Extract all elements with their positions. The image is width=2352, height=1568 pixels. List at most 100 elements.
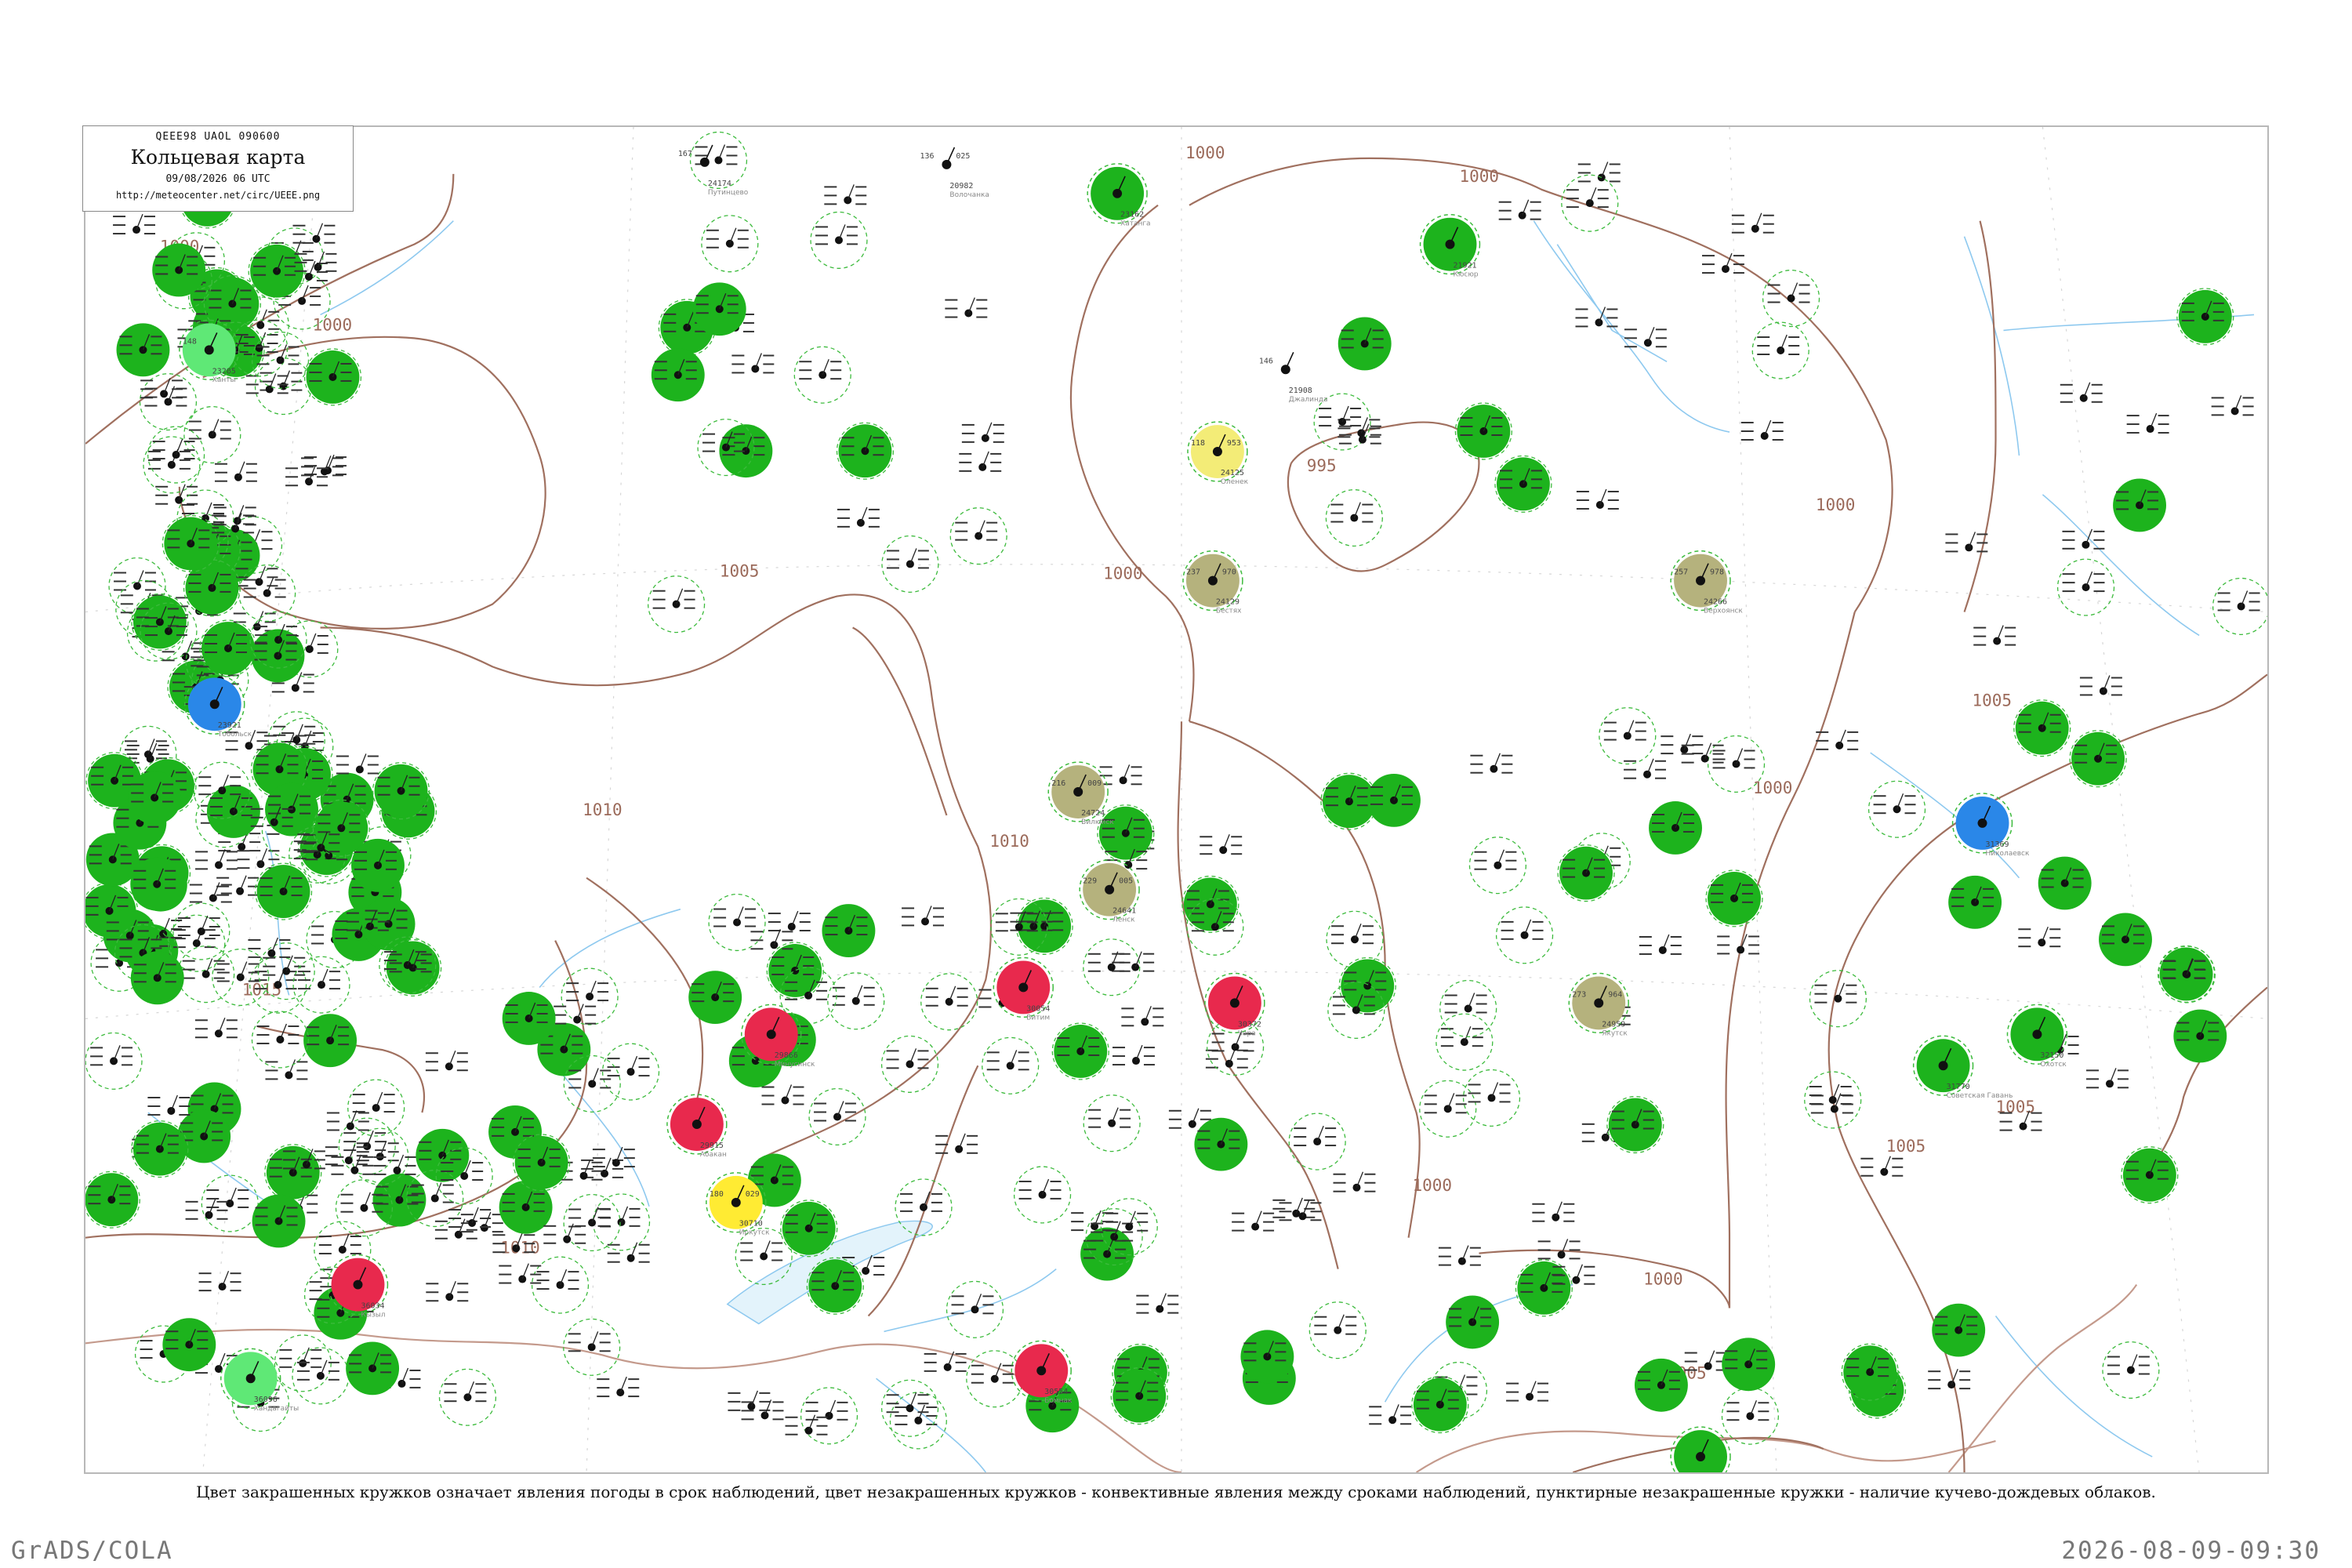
plot-glyph	[235, 334, 249, 336]
plot-glyph	[1607, 499, 1619, 501]
plot-glyph	[375, 1149, 387, 1152]
station-marker	[1333, 1171, 1376, 1192]
plot-glyph	[2176, 1030, 2190, 1033]
station-name: Ханты	[212, 376, 236, 384]
plot-glyph	[816, 1425, 828, 1427]
plot-glyph	[1491, 417, 1503, 419]
plot-glyph	[328, 851, 340, 853]
plot-glyph	[328, 1378, 339, 1381]
plot-glyph	[1733, 263, 1744, 266]
plot-glyph	[2074, 761, 2088, 764]
plot-glyph	[188, 582, 201, 584]
plot-glyph	[1959, 1379, 1971, 1381]
station-temp: 257	[1674, 568, 1688, 577]
plot-glyph	[2091, 392, 2103, 394]
plot-glyph	[155, 494, 169, 496]
plot-glyph	[1814, 1001, 1828, 1004]
plot-glyph	[499, 1265, 512, 1267]
plot-glyph	[318, 1252, 332, 1254]
isobar-label: 1005	[720, 562, 759, 581]
plot-glyph	[771, 973, 785, 975]
plot-glyph	[1331, 925, 1345, 927]
plot-glyph	[1530, 209, 1541, 212]
station-plot[interactable]: 16724174Путинцево	[678, 144, 748, 197]
station-plot[interactable]: 237 97024129Бестях	[1182, 550, 1243, 615]
station-dot	[279, 382, 288, 390]
plot-glyph	[1338, 436, 1351, 438]
plot-glyph	[2138, 1356, 2150, 1358]
plot-glyph	[1772, 438, 1784, 441]
station-plot[interactable]: 216 00924724Вилюйск	[1047, 761, 1114, 826]
synoptic-map[interactable]: 1000 1000 1000 1000 1000 1000 1000 1005 …	[85, 127, 2267, 1472]
plot-glyph	[179, 1113, 191, 1116]
plot-glyph	[986, 539, 998, 541]
plot-glyph	[291, 380, 303, 383]
station-marker	[128, 771, 182, 825]
plot-glyph	[351, 895, 365, 898]
plot-glyph	[295, 743, 307, 746]
station-marker	[131, 593, 189, 652]
plot-glyph	[543, 1242, 557, 1244]
station-plot[interactable]: 31770Советская Гавань	[1912, 1035, 2013, 1100]
plot-glyph	[799, 369, 812, 372]
station-marker	[880, 1035, 939, 1093]
plot-glyph	[1191, 921, 1204, 924]
wind-barb	[1968, 532, 1976, 548]
plot-glyph	[2125, 1169, 2139, 1171]
plot-glyph	[238, 1189, 249, 1192]
station-plot[interactable]: 21921Кюсюр	[1419, 213, 1481, 279]
station-plot[interactable]: 273 96424959Якутск	[1568, 972, 1629, 1037]
isobar-label: 1000	[313, 315, 352, 334]
station-plot[interactable]: 30054Витим	[993, 956, 1054, 1022]
plot-glyph	[310, 1366, 322, 1368]
plot-glyph	[475, 1383, 487, 1385]
station-marker	[326, 1110, 369, 1131]
station-plot[interactable]: 23162Хатанга	[1087, 163, 1151, 228]
station-dot	[617, 1218, 626, 1226]
station-plot[interactable]: 14621908Джалинда	[1259, 351, 1328, 404]
wind-barb	[2041, 927, 2049, 943]
station-plot[interactable]: 136 02520982Волочанка	[920, 147, 989, 199]
plot-glyph	[568, 1078, 582, 1080]
plot-glyph	[226, 859, 238, 862]
plot-glyph	[1370, 786, 1383, 788]
plot-glyph	[1683, 814, 1694, 815]
plot-glyph	[2106, 744, 2118, 746]
footer-timestamp: 2026-08-09-09:30	[2061, 1537, 2321, 1565]
plot-glyph	[419, 1149, 432, 1152]
plot-glyph	[267, 342, 278, 344]
plot-glyph	[971, 1373, 984, 1375]
station-plot[interactable]: 229 00524641Ленск	[1079, 859, 1140, 924]
plot-glyph	[158, 744, 169, 746]
map-frame[interactable]: 1000 1000 1000 1000 1000 1000 1000 1005 …	[84, 125, 2269, 1474]
station-name: Николаевск	[1986, 850, 2030, 858]
plot-glyph	[568, 1341, 581, 1344]
plot-glyph	[1341, 347, 1354, 349]
plot-glyph	[1018, 1069, 1029, 1071]
plot-glyph	[155, 256, 169, 258]
plot-glyph	[405, 1173, 416, 1175]
station-plot[interactable]: 31510Благовещенск	[1670, 1426, 1758, 1472]
plot-glyph	[240, 289, 252, 292]
plot-glyph	[524, 1243, 535, 1245]
plot-glyph	[1356, 787, 1368, 789]
plot-glyph	[377, 912, 389, 914]
station-plot[interactable]: 32150Охотск	[2006, 1004, 2068, 1069]
station-marker	[946, 1280, 1004, 1338]
station-plot[interactable]: 30372Чара	[1204, 972, 1265, 1037]
plot-glyph	[1733, 272, 1744, 274]
plot-glyph	[978, 1006, 992, 1008]
plot-glyph	[1344, 989, 1357, 991]
station-marker	[982, 1036, 1040, 1094]
station-plot[interactable]: 30554Бомнак	[1011, 1340, 1073, 1405]
plot-glyph	[1102, 827, 1115, 829]
station-dot	[132, 226, 141, 234]
station-plot[interactable]: 118 95324125Оленек	[1187, 421, 1249, 486]
plot-glyph	[1472, 1045, 1483, 1047]
map-url[interactable]: http://meteocenter.net/circ/UEEE.png	[83, 190, 353, 201]
station-plot[interactable]: 257 97824266Верхоянск	[1670, 550, 1743, 615]
plot-glyph	[2079, 685, 2092, 688]
station-plot[interactable]: 31369Николаевск	[1951, 793, 2030, 858]
plot-glyph	[956, 996, 968, 998]
station-plot[interactable]: 29915Абакан	[666, 1094, 728, 1159]
